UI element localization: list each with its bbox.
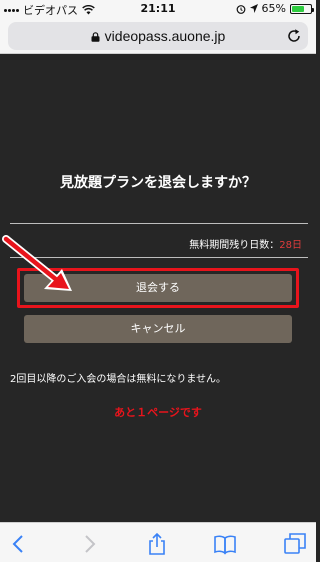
divider-top [10,223,308,224]
page-content: 見放題プランを退会しますか？ 無料期間残り日数：28日 退会する キャンセル 2… [0,55,316,522]
status-bar-right: 65% [236,2,314,15]
book-icon[interactable] [214,533,236,555]
status-bar: ビデオパス 21:11 65% [0,0,316,18]
battery-percent: 65% [261,2,286,15]
share-icon[interactable] [146,533,168,555]
location-icon [249,4,258,13]
annotation-highlight-box [17,268,299,308]
battery-level [292,5,304,12]
alarm-icon [236,4,245,14]
cancel-button[interactable]: キャンセル [24,315,292,343]
url-text: videopass.auone.jp [104,28,226,44]
lock-icon [91,32,100,42]
address-bar[interactable]: videopass.auone.jp [8,22,308,50]
trial-remaining: 無料期間残り日数：28日 [189,236,302,251]
chevron-left-icon[interactable] [8,533,30,555]
battery-icon [290,3,314,14]
reload-icon[interactable] [286,28,302,44]
browser-toolbar [0,522,316,562]
remaining-pages-text: あと１ページです [114,406,202,419]
chevron-right-icon[interactable] [78,533,100,555]
trial-label: 無料期間残り日数： [189,240,280,251]
divider-bottom [10,257,308,258]
rejoin-note: 2回目以降のご入会の場合は無料になりません。 [10,374,227,385]
url-display[interactable]: videopass.auone.jp [8,28,308,44]
page-title: 見放題プランを退会しますか？ [60,175,256,191]
browser-header: videopass.auone.jp [0,18,316,54]
tabs-icon[interactable] [284,533,306,555]
trial-days: 28日 [279,240,302,251]
